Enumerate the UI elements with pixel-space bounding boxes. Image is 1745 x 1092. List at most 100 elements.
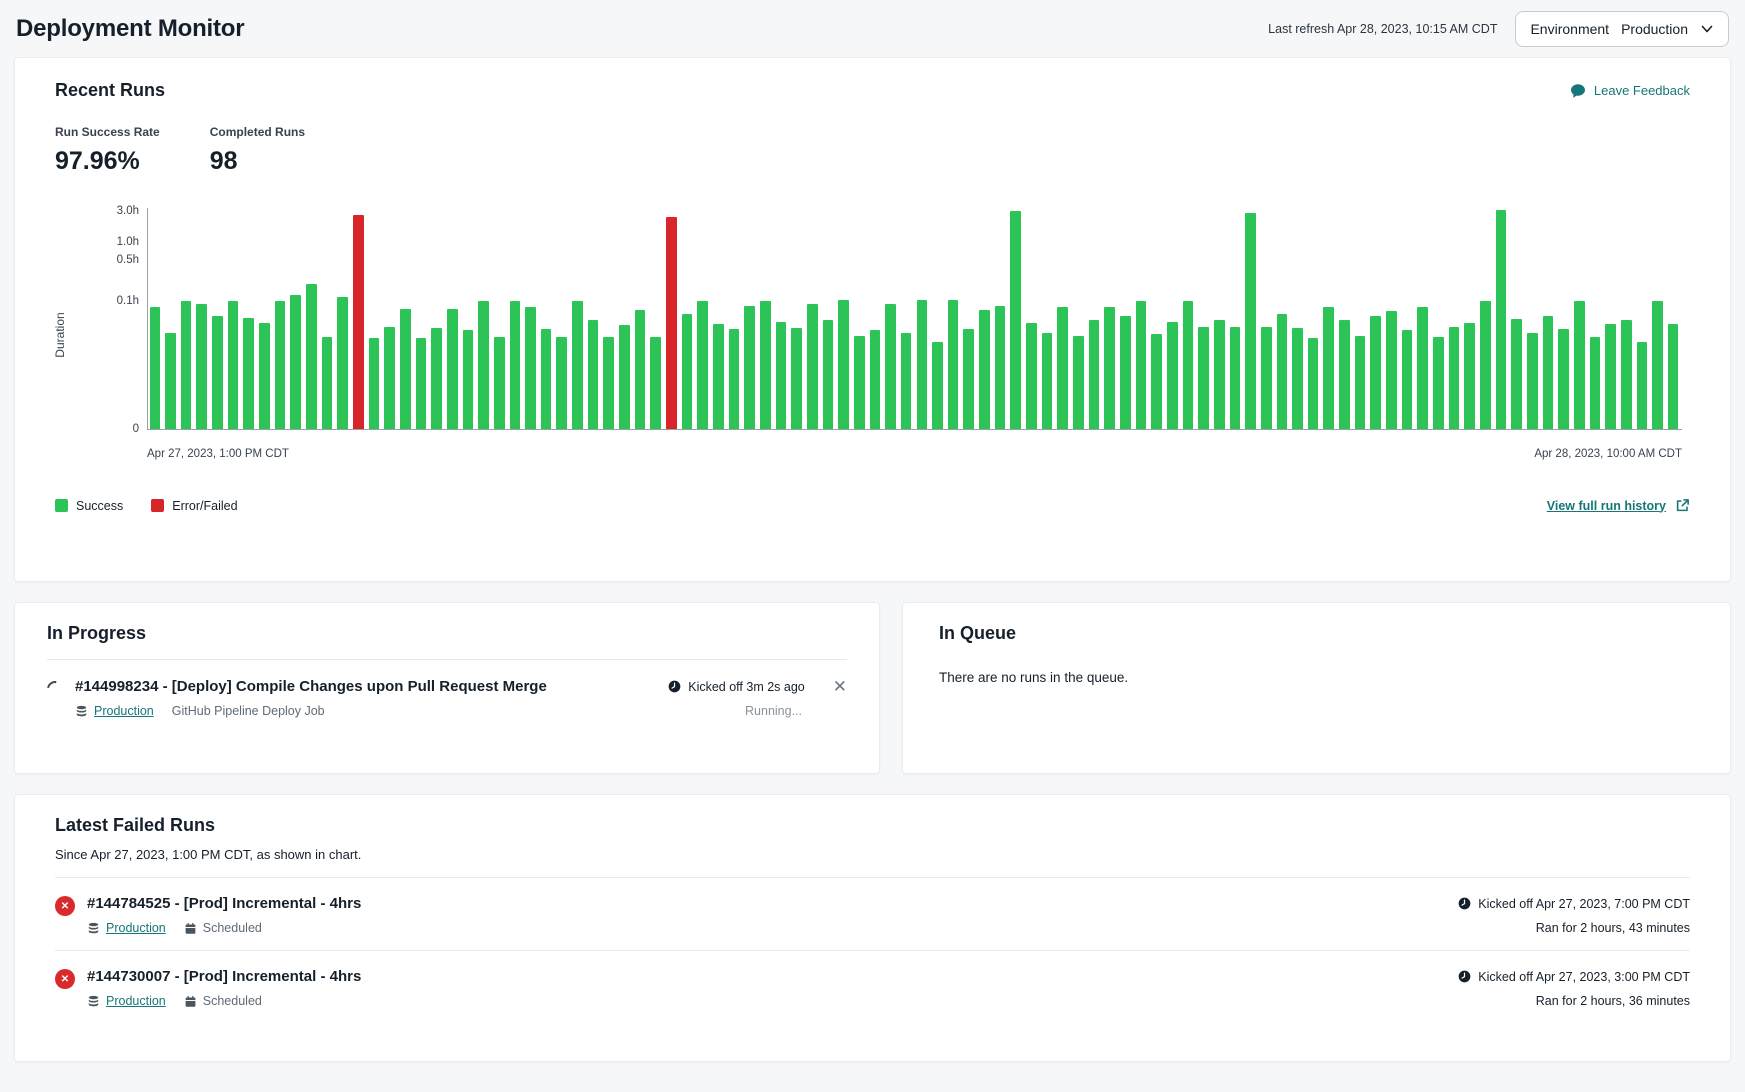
chart-bar-success[interactable] bbox=[1464, 323, 1475, 429]
chart-bar-success[interactable] bbox=[322, 337, 333, 429]
chart-bar-success[interactable] bbox=[1010, 211, 1021, 429]
chart-bar-success[interactable] bbox=[854, 336, 865, 429]
chart-bar-success[interactable] bbox=[369, 338, 380, 429]
chart-bar-success[interactable] bbox=[917, 300, 928, 429]
chart-bar-success[interactable] bbox=[1652, 301, 1663, 430]
chart-bar-success[interactable] bbox=[1104, 307, 1115, 429]
chart-bar-success[interactable] bbox=[1386, 311, 1397, 429]
chart-bar-success[interactable] bbox=[1198, 327, 1209, 429]
chart-bar-success[interactable] bbox=[431, 328, 442, 429]
chart-bar-success[interactable] bbox=[713, 324, 724, 429]
chart-bar-success[interactable] bbox=[1574, 301, 1585, 429]
chart-bar-success[interactable] bbox=[1637, 342, 1648, 429]
view-full-run-history-link[interactable]: View full run history bbox=[1547, 498, 1690, 513]
chart-bar-success[interactable] bbox=[807, 304, 818, 429]
chart-bar-success[interactable] bbox=[1120, 316, 1131, 429]
chart-bar-success[interactable] bbox=[1605, 324, 1616, 429]
chart-bar-success[interactable] bbox=[556, 337, 567, 429]
chart-bar-success[interactable] bbox=[1433, 337, 1444, 429]
chart-bar-success[interactable] bbox=[165, 333, 176, 429]
chart-bar-success[interactable] bbox=[290, 295, 301, 429]
chart-bar-success[interactable] bbox=[1151, 334, 1162, 429]
chart-bar-success[interactable] bbox=[1277, 314, 1288, 429]
chart-bar-success[interactable] bbox=[1621, 320, 1632, 429]
chart-bar-success[interactable] bbox=[478, 301, 489, 429]
chart-bar-success[interactable] bbox=[1183, 301, 1194, 429]
chart-bar-success[interactable] bbox=[1089, 320, 1100, 429]
chart-bar-success[interactable] bbox=[463, 330, 474, 429]
environment-dropdown[interactable]: Environment Production bbox=[1515, 11, 1729, 47]
chart-bar-success[interactable] bbox=[885, 304, 896, 429]
chart-bar-success[interactable] bbox=[963, 329, 974, 429]
chart-bar-success[interactable] bbox=[823, 320, 834, 429]
chart-bar-success[interactable] bbox=[1042, 333, 1053, 429]
chart-bar-failed[interactable] bbox=[353, 215, 364, 429]
close-icon[interactable]: ✕ bbox=[833, 678, 847, 695]
chart-bar-success[interactable] bbox=[1417, 307, 1428, 429]
chart-bar-success[interactable] bbox=[1590, 337, 1601, 429]
chart-bar-success[interactable] bbox=[1339, 320, 1350, 429]
chart-bar-success[interactable] bbox=[541, 329, 552, 429]
chart-bar-success[interactable] bbox=[447, 309, 458, 429]
chart-bar-success[interactable] bbox=[1214, 320, 1225, 429]
leave-feedback-button[interactable]: Leave Feedback bbox=[1570, 83, 1690, 99]
chart-bar-success[interactable] bbox=[932, 342, 943, 429]
chart-bar-success[interactable] bbox=[901, 333, 912, 429]
chart-bar-success[interactable] bbox=[1261, 327, 1272, 429]
chart-bar-success[interactable] bbox=[776, 322, 787, 430]
chart-bar-success[interactable] bbox=[1057, 307, 1068, 429]
chart-bar-success[interactable] bbox=[525, 307, 536, 429]
chart-bar-success[interactable] bbox=[1543, 316, 1554, 429]
chart-bar-success[interactable] bbox=[1355, 336, 1366, 429]
chart-bar-success[interactable] bbox=[870, 330, 881, 429]
chart-bar-success[interactable] bbox=[243, 318, 254, 429]
chart-bar-success[interactable] bbox=[150, 307, 161, 429]
chart-bar-success[interactable] bbox=[979, 310, 990, 429]
chart-bar-success[interactable] bbox=[1026, 323, 1037, 429]
chart-bar-success[interactable] bbox=[1449, 327, 1460, 429]
chart-bar-success[interactable] bbox=[572, 301, 583, 429]
chart-bar-success[interactable] bbox=[1292, 328, 1303, 429]
chart-bar-success[interactable] bbox=[212, 316, 223, 429]
chart-bar-success[interactable] bbox=[259, 323, 270, 429]
chart-bar-success[interactable] bbox=[275, 301, 286, 429]
chart-bar-success[interactable] bbox=[729, 329, 740, 429]
chart-bar-success[interactable] bbox=[588, 320, 599, 429]
environment-link[interactable]: Production bbox=[106, 994, 166, 1008]
chart-bar-success[interactable] bbox=[400, 309, 411, 429]
chart-bar-success[interactable] bbox=[416, 338, 427, 429]
chart-bar-success[interactable] bbox=[1370, 316, 1381, 429]
chart-bar-success[interactable] bbox=[1323, 307, 1334, 429]
chart-bar-success[interactable] bbox=[1668, 324, 1679, 429]
chart-bar-success[interactable] bbox=[791, 328, 802, 429]
chart-bar-success[interactable] bbox=[744, 306, 755, 429]
chart-bar-success[interactable] bbox=[228, 301, 239, 429]
chart-bar-success[interactable] bbox=[1073, 336, 1084, 429]
chart-bar-success[interactable] bbox=[995, 306, 1006, 429]
chart-bar-failed[interactable] bbox=[666, 217, 677, 429]
chart-bar-success[interactable] bbox=[384, 327, 395, 429]
chart-bar-success[interactable] bbox=[306, 284, 317, 429]
chart-bar-success[interactable] bbox=[1230, 327, 1241, 429]
chart-bar-success[interactable] bbox=[1558, 329, 1569, 429]
chart-bar-success[interactable] bbox=[1402, 330, 1413, 429]
environment-link[interactable]: Production bbox=[106, 921, 166, 935]
chart-bar-success[interactable] bbox=[1527, 333, 1538, 429]
chart-bar-success[interactable] bbox=[619, 325, 630, 429]
chart-bar-success[interactable] bbox=[1480, 301, 1491, 429]
chart-bar-success[interactable] bbox=[1136, 301, 1147, 430]
chart-bar-success[interactable] bbox=[1167, 322, 1178, 430]
chart-bar-success[interactable] bbox=[337, 297, 348, 429]
chart-bar-success[interactable] bbox=[1496, 210, 1507, 429]
chart-bar-success[interactable] bbox=[760, 301, 771, 429]
chart-bar-success[interactable] bbox=[838, 300, 849, 429]
chart-bar-success[interactable] bbox=[948, 300, 959, 430]
chart-bar-success[interactable] bbox=[181, 301, 192, 429]
chart-bar-success[interactable] bbox=[682, 314, 693, 429]
chart-bar-success[interactable] bbox=[697, 301, 708, 430]
chart-bar-success[interactable] bbox=[494, 337, 505, 429]
chart-bar-success[interactable] bbox=[510, 301, 521, 429]
chart-bar-success[interactable] bbox=[1308, 338, 1319, 429]
chart-bar-success[interactable] bbox=[603, 337, 614, 429]
chart-bar-success[interactable] bbox=[1511, 319, 1522, 429]
